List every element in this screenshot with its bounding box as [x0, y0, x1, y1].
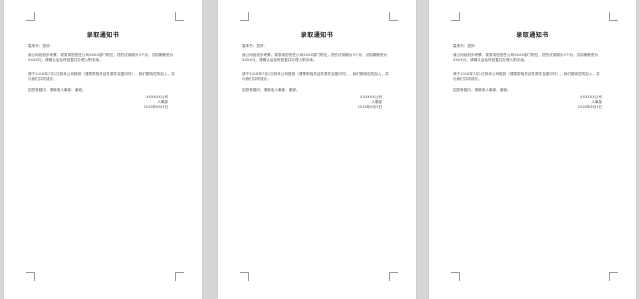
body-paragraph-3: 如您有疑问，请致电人事部，谢谢。 [242, 88, 300, 92]
body-paragraph-2: 请于2018年7月1日到本公司报到（请携带相关证件原件及复印件），我们期待您的加… [242, 72, 389, 81]
body-paragraph-1: 我公司经初步考察，现录用您担任公司XXXX部门职位，您的试用期为3个月，试用期薪… [242, 53, 388, 62]
margin-corner-marker [451, 12, 460, 21]
document-page-1[interactable]: 录取通知书 嘉禾书：您好: 我公司经初步考察，现录用您担任公司XXXX部门职位，… [4, 0, 202, 299]
margin-corner-marker [389, 272, 398, 281]
signature-date: 2018年6月3日 [143, 105, 169, 109]
signature-date: 2018年6月3日 [357, 105, 383, 109]
signature-department: 人事部 [371, 100, 382, 104]
signature-company: XXXXXX公司 [146, 95, 168, 99]
page-title: 录取通知书 [300, 32, 334, 39]
body-paragraph-1: 我公司经初步考察，现录用您担任公司XXXX部门职位，您的试用期为3个月，试用期薪… [28, 53, 174, 62]
signature-date: 2018年6月3日 [577, 105, 603, 109]
salutation-text: 嘉禾书：您好: [242, 44, 265, 48]
body-paragraph-3: 如您有疑问，请致电人事部，谢谢。 [453, 88, 511, 92]
margin-corner-marker [451, 272, 460, 281]
margin-corner-marker [389, 12, 398, 21]
document-page-3[interactable]: 录取通知书 嘉禾书：您好: 我公司经初步考察，现录用您担任公司XXXX部门职位，… [429, 0, 636, 299]
body-paragraph-2: 请于2018年7月1日到本公司报到（请携带相关证件原件及复印件），我们期待您的加… [453, 72, 600, 81]
signature-company: XXXXXX公司 [360, 95, 382, 99]
body-paragraph-1: 我公司经初步考察，现录用您担任公司XXXX部门职位，您的试用期为3个月，试用期薪… [453, 53, 599, 62]
salutation-text: 嘉禾书：您好: [453, 44, 476, 48]
margin-corner-marker [175, 12, 184, 21]
body-paragraph-2: 请于2018年7月1日到本公司报到（请携带相关证件原件及复印件），我们期待您的加… [28, 72, 175, 81]
document-page-2[interactable]: 录取通知书 嘉禾书：您好: 我公司经初步考察，现录用您担任公司XXXX部门职位，… [218, 0, 416, 299]
margin-corner-marker [240, 12, 249, 21]
body-paragraph-3: 如您有疑问，请致电人事部，谢谢。 [28, 88, 86, 92]
margin-corner-marker [26, 12, 35, 21]
signature-department: 人事部 [591, 100, 602, 104]
signature-department: 人事部 [157, 100, 168, 104]
page-title: 录取通知书 [516, 32, 549, 39]
document-viewport[interactable]: 录取通知书 嘉禾书：您好: 我公司经初步考察，现录用您担任公司XXXX部门职位，… [0, 0, 640, 299]
margin-corner-marker [609, 12, 618, 21]
page-title: 录取通知书 [86, 32, 120, 39]
margin-corner-marker [175, 272, 184, 281]
salutation-text: 嘉禾书：您好: [28, 44, 51, 48]
signature-company: XXXXXX公司 [580, 95, 602, 99]
margin-corner-marker [26, 272, 35, 281]
margin-corner-marker [240, 272, 249, 281]
margin-corner-marker [609, 272, 618, 281]
